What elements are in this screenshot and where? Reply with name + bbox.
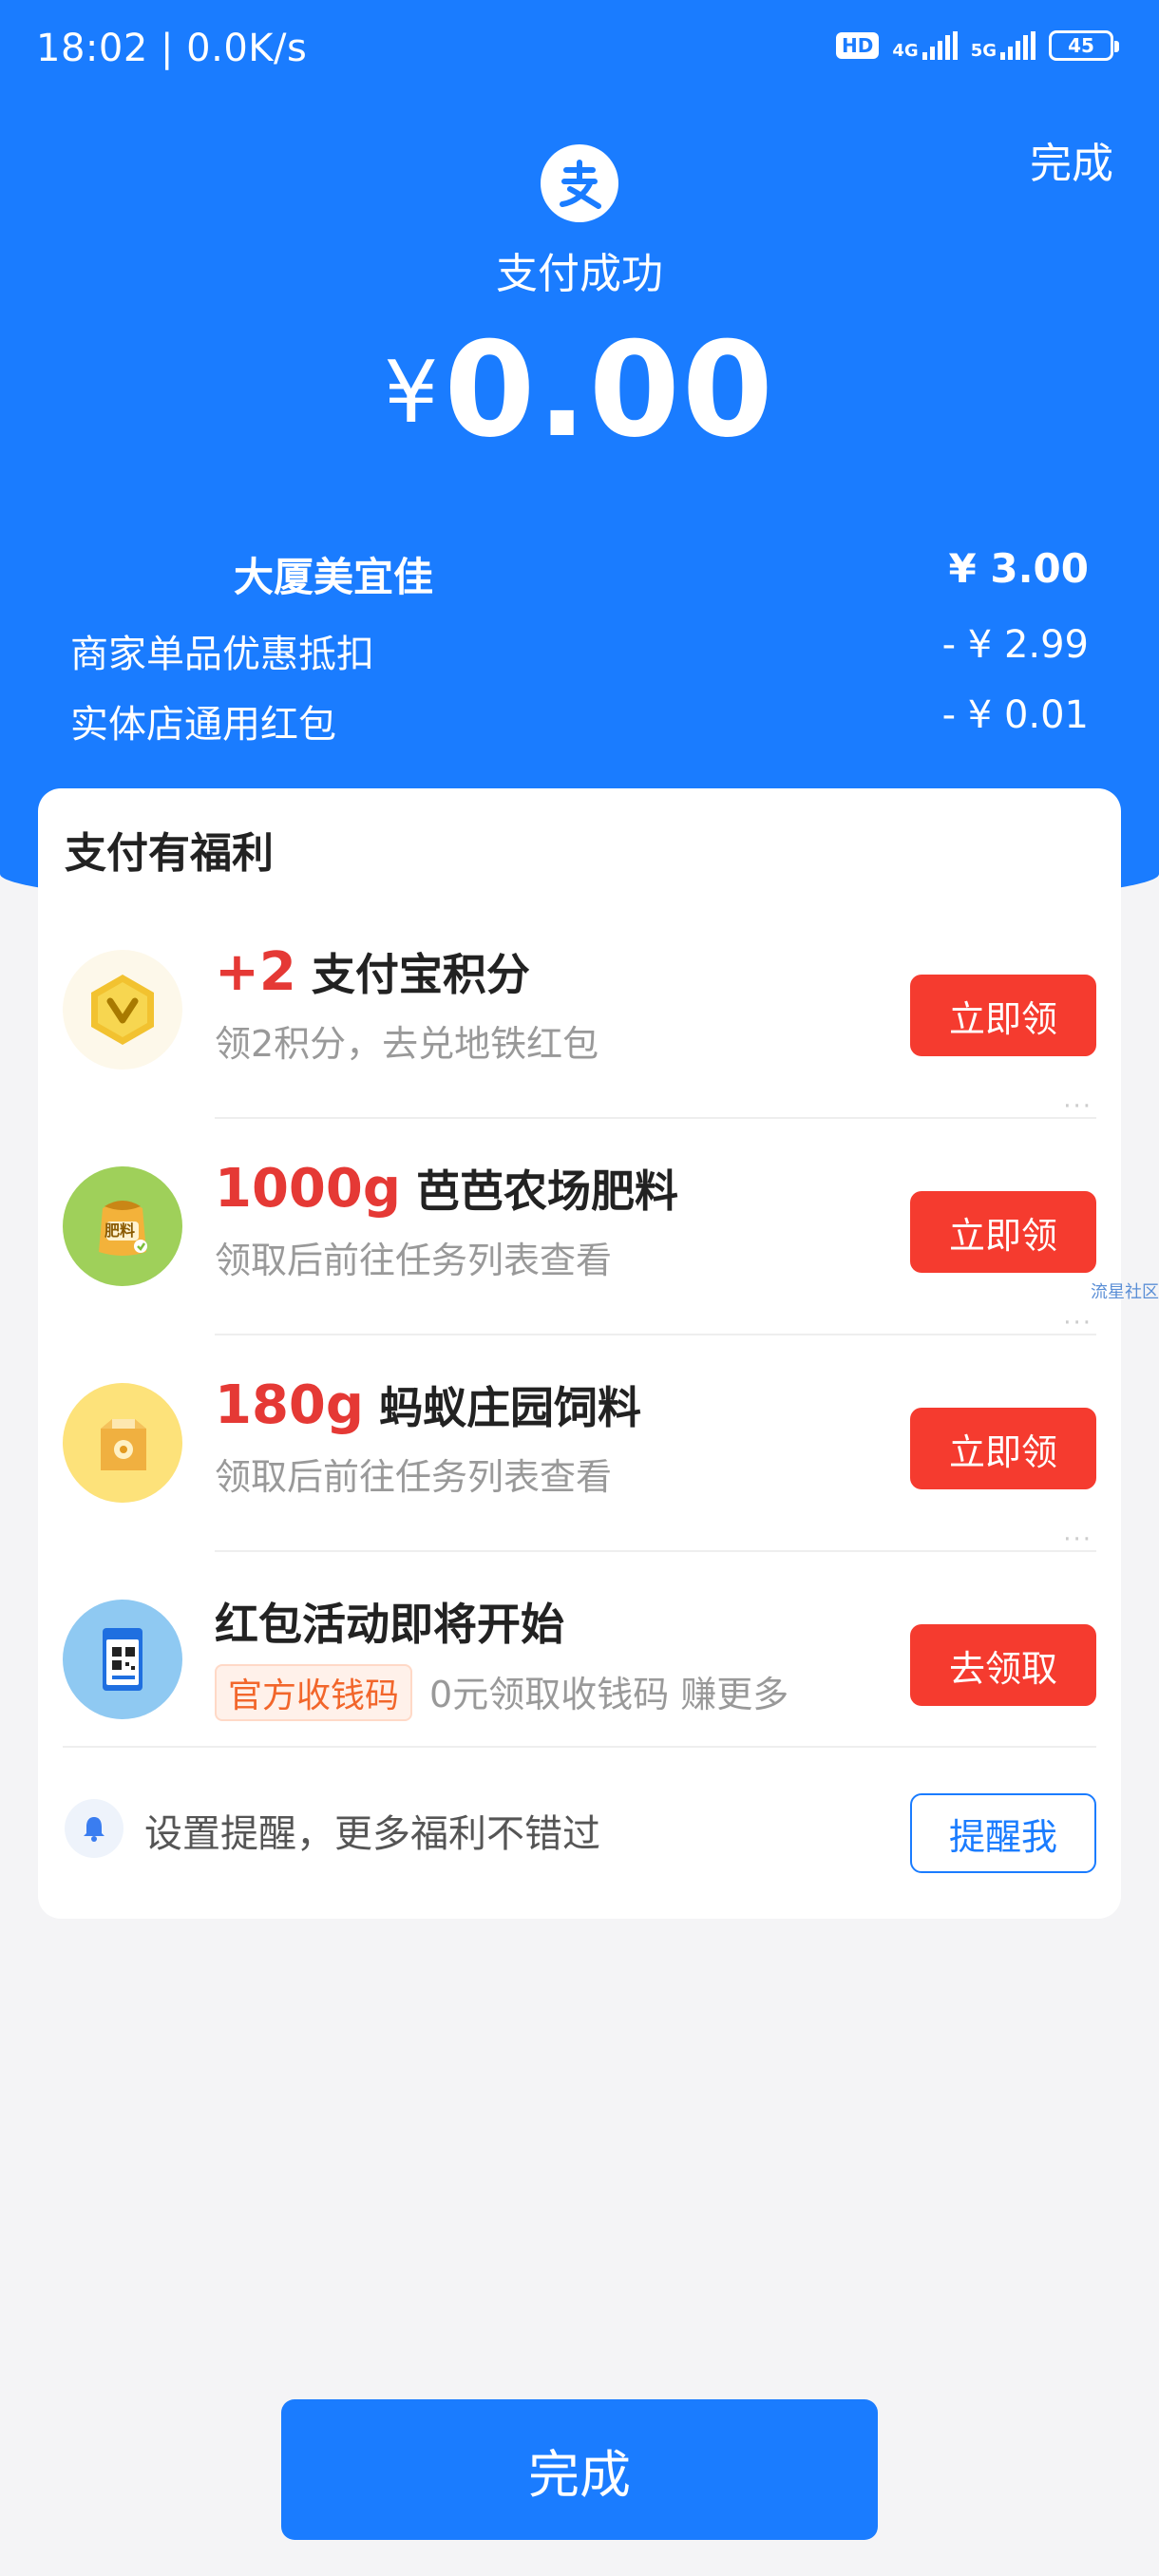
claim-points-button[interactable]: 立即领 (910, 975, 1096, 1056)
discount-amount: - ¥ 2.99 (941, 623, 1089, 667)
benefits-card: 支付有福利 +2 支付宝积分 领2积分，去兑地铁红包 立即领 肥料 1000g … (38, 788, 1121, 1919)
claim-redpacket-button[interactable]: 去领取 (910, 1624, 1096, 1706)
benefit-title: +2 支付宝积分 (215, 941, 530, 1003)
benefit-item-redpacket: 红包活动即将开始 官方收钱码 0元领取收钱码 赚更多 去领取 ··· (38, 1525, 1121, 1769)
claim-feed-button[interactable]: 立即领 (910, 1408, 1096, 1489)
signal-5g-icon: 5G (971, 31, 1036, 60)
benefit-title: 180g 蚂蚁庄园饲料 (215, 1374, 641, 1436)
claim-fertilizer-button[interactable]: 立即领 (910, 1191, 1096, 1273)
battery-icon: 45 (1049, 30, 1119, 61)
benefit-item-feed: 180g 蚂蚁庄园饲料 领取后前往任务列表查看 立即领 ··· (38, 1309, 1121, 1552)
alipay-logo-icon (541, 144, 618, 222)
divider (63, 1746, 1096, 1748)
hd-icon: HD (836, 32, 880, 59)
bell-icon (65, 1799, 124, 1858)
reminder-row: 设置提醒，更多福利不错过 提醒我 (38, 1746, 1121, 1888)
payment-success-title: 支付成功 (496, 250, 663, 298)
feed-bag-icon (63, 1383, 182, 1503)
status-time: 18:02 | 0.0K/s (36, 27, 308, 70)
discount-label: 实体店通用红包 (70, 703, 336, 747)
signal-4g-icon: 4G (892, 31, 958, 60)
benefit-subtitle: 官方收钱码 0元领取收钱码 赚更多 (215, 1664, 788, 1721)
gold-v-coin-icon (63, 950, 182, 1070)
payment-amount: ¥0.00 (0, 313, 1159, 466)
discount-amount: - ¥ 0.01 (941, 693, 1089, 737)
official-qr-tag: 官方收钱码 (215, 1664, 413, 1721)
fertilizer-bag-icon: 肥料 (63, 1166, 182, 1286)
status-icons: HD 4G 5G 45 (836, 30, 1119, 61)
benefits-title: 支付有福利 (65, 829, 274, 878)
benefit-title: 1000g 芭芭农场肥料 (215, 1158, 678, 1220)
merchant-name: 大厦美宜佳 (234, 554, 434, 600)
qr-code-card-icon (63, 1600, 182, 1719)
done-button[interactable]: 完成 (281, 2399, 878, 2540)
merchant-amount: ¥ 3.00 (948, 545, 1089, 592)
reminder-text: 设置提醒，更多福利不错过 (144, 1812, 600, 1856)
benefit-title: 红包活动即将开始 (215, 1599, 564, 1650)
benefit-subtitle: 领2积分，去兑地铁红包 (215, 1023, 599, 1065)
benefit-subtitle: 领取后前往任务列表查看 (215, 1240, 613, 1281)
more-options-icon[interactable]: ··· (1063, 1309, 1092, 1337)
benefit-item-fertilizer: 肥料 1000g 芭芭农场肥料 领取后前往任务列表查看 立即领 ··· (38, 1092, 1121, 1335)
benefit-item-points: +2 支付宝积分 领2积分，去兑地铁红包 立即领 (38, 902, 1121, 1119)
currency-symbol: ¥ (384, 343, 439, 443)
remind-me-button[interactable]: 提醒我 (910, 1793, 1096, 1873)
more-options-icon[interactable]: ··· (1063, 1525, 1092, 1554)
benefit-subtitle: 领取后前往任务列表查看 (215, 1456, 613, 1498)
status-bar: 18:02 | 0.0K/s HD 4G 5G 45 (0, 0, 1159, 104)
more-options-icon[interactable]: ··· (1063, 1092, 1092, 1121)
header-done-button[interactable]: 完成 (1030, 129, 1113, 190)
discount-label: 商家单品优惠抵扣 (70, 633, 374, 676)
amount-value: 0.00 (444, 313, 775, 466)
watermark: 流星社区 (1091, 1282, 1159, 1302)
